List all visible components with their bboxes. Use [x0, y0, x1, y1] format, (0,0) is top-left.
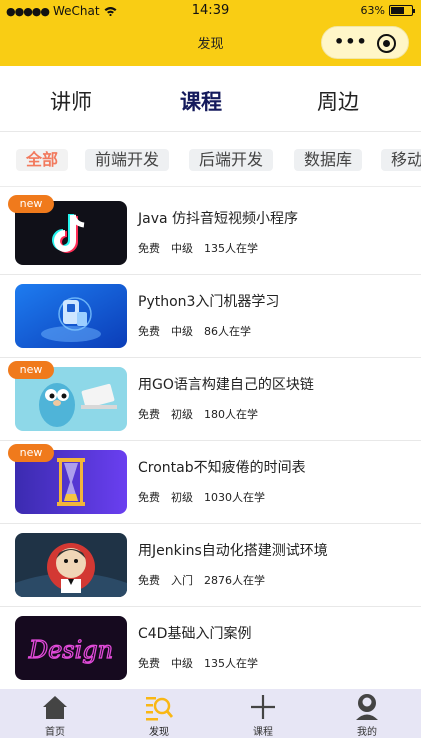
category-mobile[interactable]: 移动 [381, 149, 421, 171]
jenkins-butler-icon [15, 533, 127, 597]
course-level: 中级 [171, 242, 193, 255]
course-learners: 135人在学 [204, 657, 258, 670]
home-icon [41, 693, 69, 721]
battery-icon [389, 5, 415, 16]
robot-hand-icon [15, 284, 127, 348]
course-title: Java 仿抖音短视频小程序 [138, 211, 299, 227]
battery-percent: 63% [360, 4, 385, 17]
course-learners: 180人在学 [204, 408, 258, 421]
course-level: 中级 [171, 657, 193, 670]
course-item[interactable]: new 用GO语言构建自己的区块链 免费 初级 180人在学 [0, 358, 421, 441]
course-level: 中级 [171, 325, 193, 338]
clock: 14:39 [191, 3, 230, 18]
category-backend[interactable]: 后端开发 [189, 149, 274, 171]
new-badge: new [8, 444, 54, 462]
main-tabs: 讲师 课程 周边 [0, 66, 421, 132]
course-level: 初级 [171, 491, 193, 504]
course-price: 免费 [138, 657, 160, 670]
tabbar-courses[interactable]: 课程 [213, 689, 313, 738]
bottom-tab-bar: 首页 发现 课程 我的 [0, 689, 421, 738]
course-learners: 135人在学 [204, 242, 258, 255]
new-badge: new [8, 361, 54, 379]
course-item[interactable]: Python3入门机器学习 免费 中级 86人在学 [0, 275, 421, 358]
status-bar: ●●●●● WeChat 14:39 63% [0, 0, 421, 24]
discover-icon [145, 693, 174, 721]
tabbar-label: 我的 [357, 727, 377, 738]
course-learners: 2876人在学 [204, 574, 265, 587]
course-title: 用GO语言构建自己的区块链 [138, 377, 314, 393]
course-title: Python3入门机器学习 [138, 294, 280, 310]
course-item[interactable]: Design C4D基础入门案例 免费 中级 135人在学 [0, 607, 421, 690]
tab-nearby[interactable]: 周边 [288, 86, 388, 116]
mini-program-capsule: ••• [321, 26, 409, 59]
course-level: 初级 [171, 408, 193, 421]
course-price: 免费 [138, 574, 160, 587]
course-meta: 免费 初级 1030人在学 [138, 489, 265, 505]
course-title: C4D基础入门案例 [138, 626, 252, 642]
tabbar-discover[interactable]: 发现 [109, 689, 209, 738]
course-meta: 免费 中级 135人在学 [138, 240, 258, 256]
course-level: 入门 [171, 574, 193, 587]
course-price: 免费 [138, 408, 160, 421]
category-frontend[interactable]: 前端开发 [85, 149, 170, 171]
course-meta: 免费 中级 135人在学 [138, 655, 258, 671]
plus-icon [249, 693, 277, 721]
tabbar-label: 首页 [45, 727, 65, 738]
course-meta: 免费 初级 180人在学 [138, 406, 258, 422]
top-bar: ●●●●● WeChat 14:39 63% 发现 ••• [0, 0, 421, 66]
course-title: 用Jenkins自动化搭建测试环境 [138, 543, 328, 559]
tab-lecturers[interactable]: 讲师 [21, 86, 121, 116]
neon-design-icon: Design [15, 616, 127, 680]
category-filter: 全部 前端开发 后端开发 数据库 移动 [0, 133, 421, 187]
close-miniprogram-icon[interactable] [377, 34, 396, 53]
course-price: 免费 [138, 325, 160, 338]
tabbar-label: 发现 [149, 727, 169, 738]
category-database[interactable]: 数据库 [294, 149, 363, 171]
course-price: 免费 [138, 491, 160, 504]
category-all[interactable]: 全部 [16, 149, 69, 171]
thumb-design-text: Design [28, 636, 113, 664]
tabbar-home[interactable]: 首页 [5, 689, 105, 738]
tabbar-mine[interactable]: 我的 [317, 689, 417, 738]
course-meta: 免费 入门 2876人在学 [138, 572, 265, 588]
tab-courses[interactable]: 课程 [151, 86, 251, 116]
course-learners: 1030人在学 [204, 491, 265, 504]
course-meta: 免费 中级 86人在学 [138, 323, 251, 339]
course-item[interactable]: new Crontab不知疲倦的时间表 免费 初级 1030人在学 [0, 441, 421, 524]
course-title: Crontab不知疲倦的时间表 [138, 460, 306, 476]
tabbar-label: 课程 [253, 727, 273, 738]
course-item[interactable]: 用Jenkins自动化搭建测试环境 免费 入门 2876人在学 [0, 524, 421, 607]
course-learners: 86人在学 [204, 325, 251, 338]
user-icon [353, 693, 381, 721]
course-item[interactable]: new Java 仿抖音短视频小程序 免费 中级 135人在学 [0, 192, 421, 275]
course-price: 免费 [138, 242, 160, 255]
more-menu-icon[interactable]: ••• [334, 34, 368, 50]
new-badge: new [8, 195, 54, 213]
